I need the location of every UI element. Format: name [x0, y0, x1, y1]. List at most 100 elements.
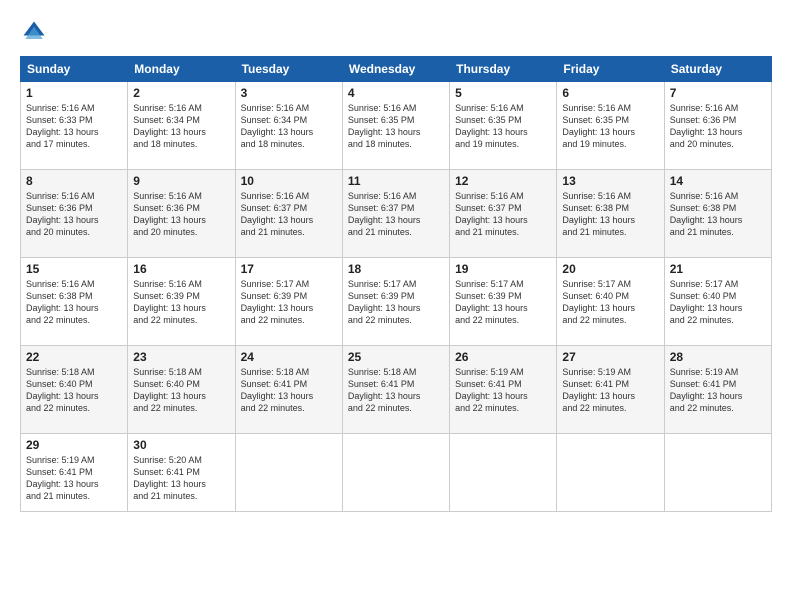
day-number: 24 — [241, 350, 337, 364]
cell-info: Sunrise: 5:20 AM Sunset: 6:41 PM Dayligh… — [133, 454, 229, 503]
day-number: 18 — [348, 262, 444, 276]
table-row: 28 Sunrise: 5:19 AM Sunset: 6:41 PM Dayli… — [664, 346, 771, 434]
cell-info: Sunrise: 5:16 AM Sunset: 6:34 PM Dayligh… — [133, 102, 229, 151]
cell-info: Sunrise: 5:17 AM Sunset: 6:40 PM Dayligh… — [670, 278, 766, 327]
table-row: 3 Sunrise: 5:16 AM Sunset: 6:34 PM Daylig… — [235, 82, 342, 170]
day-number: 29 — [26, 438, 122, 452]
day-number: 21 — [670, 262, 766, 276]
day-number: 19 — [455, 262, 551, 276]
col-tuesday: Tuesday — [235, 57, 342, 82]
table-row: 12 Sunrise: 5:16 AM Sunset: 6:37 PM Dayli… — [450, 170, 557, 258]
day-number: 28 — [670, 350, 766, 364]
table-row: 14 Sunrise: 5:16 AM Sunset: 6:38 PM Dayli… — [664, 170, 771, 258]
day-number: 25 — [348, 350, 444, 364]
table-row: 6 Sunrise: 5:16 AM Sunset: 6:35 PM Daylig… — [557, 82, 664, 170]
cell-info: Sunrise: 5:16 AM Sunset: 6:35 PM Dayligh… — [562, 102, 658, 151]
table-row: 2 Sunrise: 5:16 AM Sunset: 6:34 PM Daylig… — [128, 82, 235, 170]
table-row: 24 Sunrise: 5:18 AM Sunset: 6:41 PM Dayli… — [235, 346, 342, 434]
table-row: 27 Sunrise: 5:19 AM Sunset: 6:41 PM Dayli… — [557, 346, 664, 434]
table-row: 25 Sunrise: 5:18 AM Sunset: 6:41 PM Dayli… — [342, 346, 449, 434]
cell-info: Sunrise: 5:19 AM Sunset: 6:41 PM Dayligh… — [562, 366, 658, 415]
table-row: 7Sunrise: 5:16 AM Sunset: 6:36 PM Daylig… — [664, 82, 771, 170]
cell-info: Sunrise: 5:16 AM Sunset: 6:38 PM Dayligh… — [562, 190, 658, 239]
cell-info: Sunrise: 5:16 AM Sunset: 6:35 PM Dayligh… — [455, 102, 551, 151]
day-number: 15 — [26, 262, 122, 276]
day-number: 10 — [241, 174, 337, 188]
day-number: 6 — [562, 86, 658, 100]
calendar-table: Sunday Monday Tuesday Wednesday Thursday… — [20, 56, 772, 512]
cell-info: Sunrise: 5:16 AM Sunset: 6:37 PM Dayligh… — [455, 190, 551, 239]
logo — [20, 18, 52, 46]
day-number: 11 — [348, 174, 444, 188]
day-number: 30 — [133, 438, 229, 452]
table-row: 8 Sunrise: 5:16 AM Sunset: 6:36 PM Daylig… — [21, 170, 128, 258]
cell-info: Sunrise: 5:18 AM Sunset: 6:40 PM Dayligh… — [26, 366, 122, 415]
calendar-header-row: Sunday Monday Tuesday Wednesday Thursday… — [21, 57, 772, 82]
header — [20, 18, 772, 46]
calendar-week-row: 29 Sunrise: 5:19 AM Sunset: 6:41 PM Dayli… — [21, 434, 772, 512]
col-monday: Monday — [128, 57, 235, 82]
col-saturday: Saturday — [664, 57, 771, 82]
table-row: 23 Sunrise: 5:18 AM Sunset: 6:40 PM Dayli… — [128, 346, 235, 434]
cell-info: Sunrise: 5:16 AM Sunset: 6:37 PM Dayligh… — [348, 190, 444, 239]
col-friday: Friday — [557, 57, 664, 82]
calendar-week-row: 1 Sunrise: 5:16 AM Sunset: 6:33 PM Daylig… — [21, 82, 772, 170]
cell-info: Sunrise: 5:17 AM Sunset: 6:39 PM Dayligh… — [348, 278, 444, 327]
day-number: 14 — [670, 174, 766, 188]
day-number: 1 — [26, 86, 122, 100]
col-sunday: Sunday — [21, 57, 128, 82]
cell-info: Sunrise: 5:16 AM Sunset: 6:38 PM Dayligh… — [670, 190, 766, 239]
table-row — [450, 434, 557, 512]
cell-info: Sunrise: 5:16 AM Sunset: 6:34 PM Dayligh… — [241, 102, 337, 151]
table-row: 29 Sunrise: 5:19 AM Sunset: 6:41 PM Dayli… — [21, 434, 128, 512]
day-number: 22 — [26, 350, 122, 364]
cell-info: Sunrise: 5:16 AM Sunset: 6:36 PM Dayligh… — [670, 102, 766, 151]
table-row: 15 Sunrise: 5:16 AM Sunset: 6:38 PM Dayli… — [21, 258, 128, 346]
day-number: 12 — [455, 174, 551, 188]
table-row: 11 Sunrise: 5:16 AM Sunset: 6:37 PM Dayli… — [342, 170, 449, 258]
day-number: 2 — [133, 86, 229, 100]
table-row: 5 Sunrise: 5:16 AM Sunset: 6:35 PM Daylig… — [450, 82, 557, 170]
day-number: 8 — [26, 174, 122, 188]
table-row — [235, 434, 342, 512]
table-row: 9 Sunrise: 5:16 AM Sunset: 6:36 PM Daylig… — [128, 170, 235, 258]
calendar-week-row: 15 Sunrise: 5:16 AM Sunset: 6:38 PM Dayli… — [21, 258, 772, 346]
day-number: 23 — [133, 350, 229, 364]
table-row — [664, 434, 771, 512]
cell-info: Sunrise: 5:17 AM Sunset: 6:40 PM Dayligh… — [562, 278, 658, 327]
col-thursday: Thursday — [450, 57, 557, 82]
cell-info: Sunrise: 5:17 AM Sunset: 6:39 PM Dayligh… — [455, 278, 551, 327]
day-number: 20 — [562, 262, 658, 276]
table-row: 26Sunrise: 5:19 AM Sunset: 6:41 PM Dayli… — [450, 346, 557, 434]
table-row: 19 Sunrise: 5:17 AM Sunset: 6:39 PM Dayli… — [450, 258, 557, 346]
table-row: 10Sunrise: 5:16 AM Sunset: 6:37 PM Dayli… — [235, 170, 342, 258]
cell-info: Sunrise: 5:19 AM Sunset: 6:41 PM Dayligh… — [26, 454, 122, 503]
table-row — [557, 434, 664, 512]
cell-info: Sunrise: 5:18 AM Sunset: 6:40 PM Dayligh… — [133, 366, 229, 415]
cell-info: Sunrise: 5:19 AM Sunset: 6:41 PM Dayligh… — [670, 366, 766, 415]
cell-info: Sunrise: 5:16 AM Sunset: 6:35 PM Dayligh… — [348, 102, 444, 151]
calendar-week-row: 8 Sunrise: 5:16 AM Sunset: 6:36 PM Daylig… — [21, 170, 772, 258]
table-row — [342, 434, 449, 512]
day-number: 16 — [133, 262, 229, 276]
cell-info: Sunrise: 5:18 AM Sunset: 6:41 PM Dayligh… — [348, 366, 444, 415]
cell-info: Sunrise: 5:16 AM Sunset: 6:33 PM Dayligh… — [26, 102, 122, 151]
day-number: 26 — [455, 350, 551, 364]
table-row: 18 Sunrise: 5:17 AM Sunset: 6:39 PM Dayli… — [342, 258, 449, 346]
cell-info: Sunrise: 5:16 AM Sunset: 6:38 PM Dayligh… — [26, 278, 122, 327]
cell-info: Sunrise: 5:16 AM Sunset: 6:36 PM Dayligh… — [133, 190, 229, 239]
day-number: 5 — [455, 86, 551, 100]
day-number: 27 — [562, 350, 658, 364]
table-row: 16Sunrise: 5:16 AM Sunset: 6:39 PM Dayli… — [128, 258, 235, 346]
day-number: 4 — [348, 86, 444, 100]
day-number: 9 — [133, 174, 229, 188]
day-number: 13 — [562, 174, 658, 188]
cell-info: Sunrise: 5:16 AM Sunset: 6:36 PM Dayligh… — [26, 190, 122, 239]
day-number: 3 — [241, 86, 337, 100]
table-row: 17Sunrise: 5:17 AM Sunset: 6:39 PM Dayli… — [235, 258, 342, 346]
page: Sunday Monday Tuesday Wednesday Thursday… — [0, 0, 792, 612]
cell-info: Sunrise: 5:18 AM Sunset: 6:41 PM Dayligh… — [241, 366, 337, 415]
table-row: 20 Sunrise: 5:17 AM Sunset: 6:40 PM Dayli… — [557, 258, 664, 346]
table-row: 30 Sunrise: 5:20 AM Sunset: 6:41 PM Dayli… — [128, 434, 235, 512]
table-row: 13 Sunrise: 5:16 AM Sunset: 6:38 PM Dayli… — [557, 170, 664, 258]
